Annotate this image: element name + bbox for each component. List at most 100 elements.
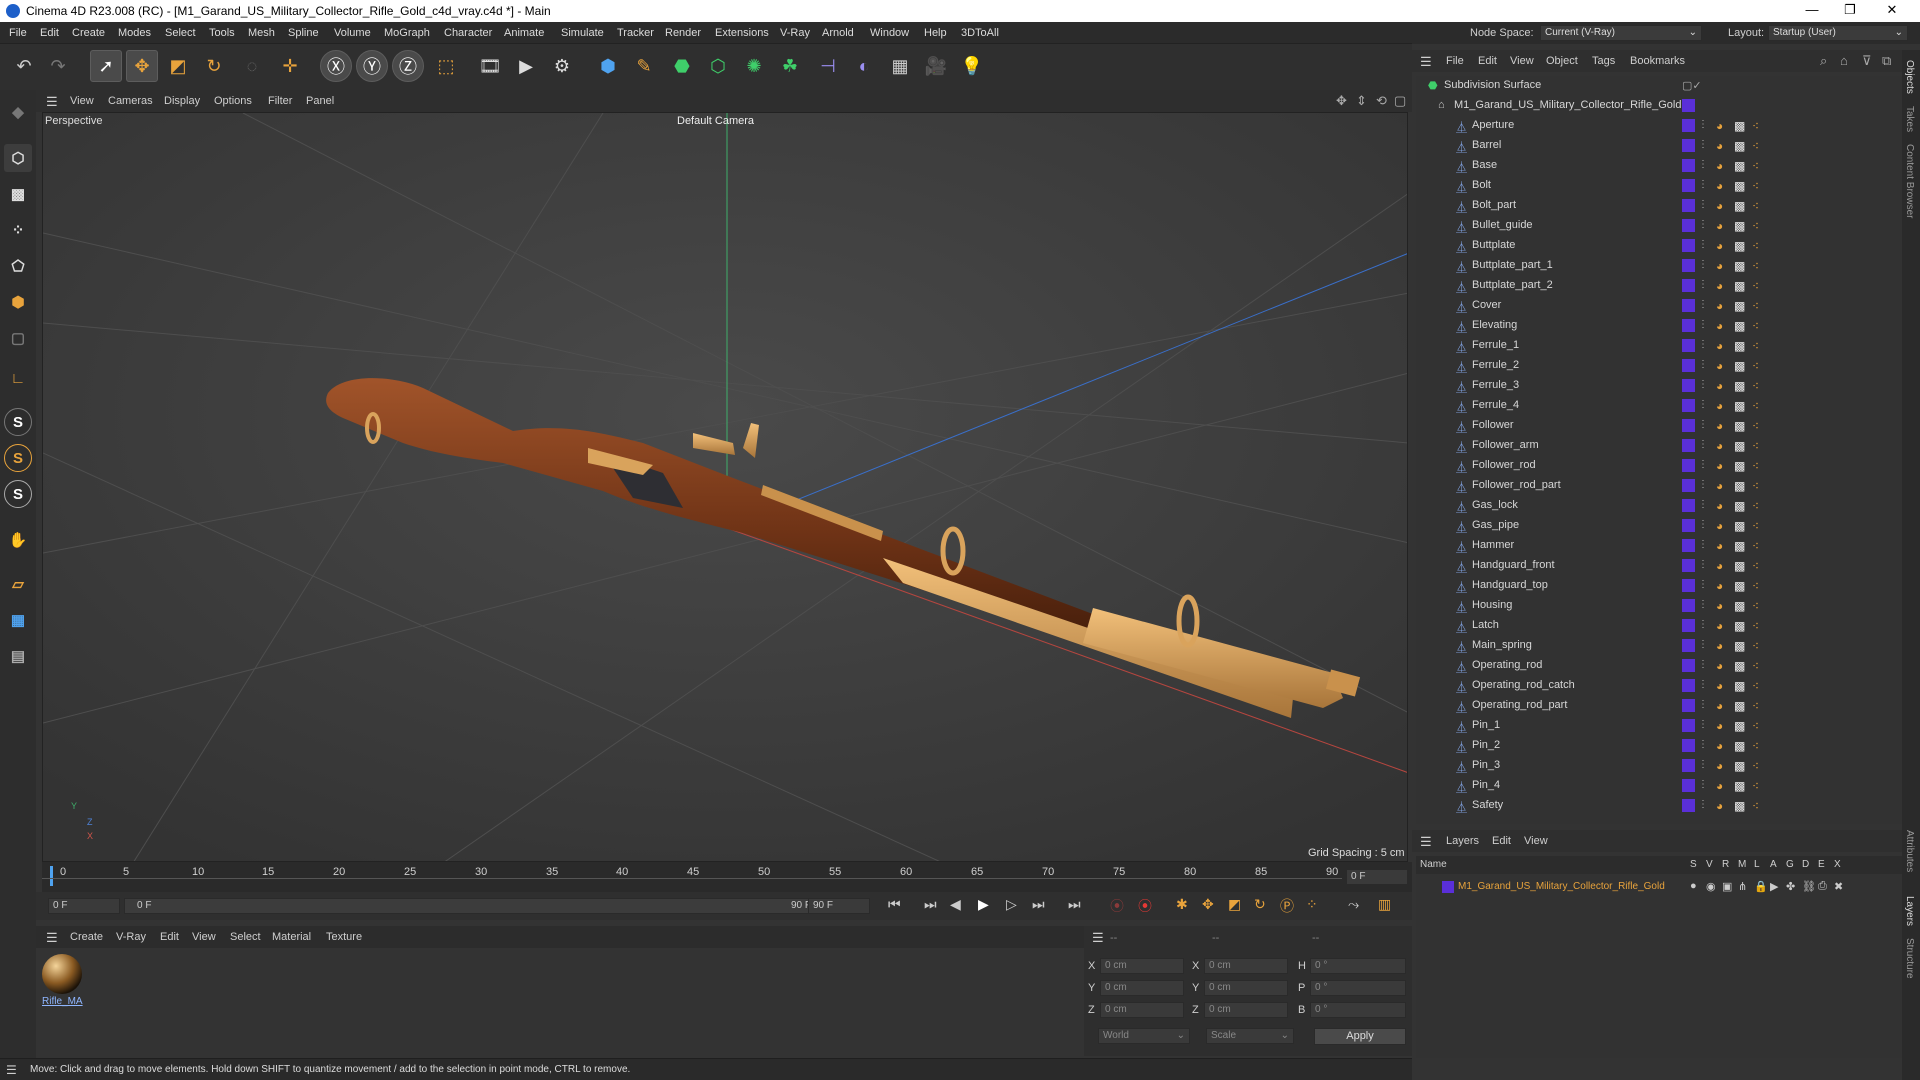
menu-modes[interactable]: Modes <box>118 27 151 39</box>
hamburger-icon[interactable]: ☰ <box>46 94 58 110</box>
visibility-dots-icon[interactable]: ⋮ <box>1698 399 1711 412</box>
object-row[interactable]: ⏅ Hammer ⋮ ◕ ▩ ⁖ <box>1416 536 1902 556</box>
menu-spline[interactable]: Spline <box>288 27 319 39</box>
texture-tag-icon[interactable]: ▩ <box>1734 379 1747 393</box>
layer-color-swatch[interactable] <box>1682 679 1695 692</box>
visibility-dots-icon[interactable]: ⋮ <box>1698 739 1711 752</box>
uvw-tag-icon[interactable]: ⁖ <box>1752 199 1765 213</box>
layer-color-swatch[interactable] <box>1682 619 1695 632</box>
position-z-field[interactable]: 0 cm <box>1100 1002 1184 1018</box>
vray-material-tag-icon[interactable]: ◕ <box>1716 679 1729 693</box>
camera-icon[interactable]: 🎥 <box>920 50 952 82</box>
layer-color-swatch[interactable] <box>1682 759 1695 772</box>
object-row[interactable]: ⏅ Buttplate_part_2 ⋮ ◕ ▩ ⁖ <box>1416 276 1902 296</box>
size-mode-select[interactable]: Scale ⌄ <box>1206 1028 1294 1044</box>
object-name[interactable]: Latch <box>1472 619 1499 631</box>
vray-material-tag-icon[interactable]: ◕ <box>1716 299 1729 313</box>
object-menu-tags[interactable]: Tags <box>1592 55 1615 67</box>
layer-color-swatch[interactable] <box>1682 219 1695 232</box>
object-row[interactable]: ⏅ Elevating ⋮ ◕ ▩ ⁖ <box>1416 316 1902 336</box>
object-menu-object[interactable]: Object <box>1546 55 1578 67</box>
texture-tag-icon[interactable]: ▩ <box>1734 119 1747 133</box>
keyframe-selection-icon[interactable]: ✱ <box>1176 896 1188 913</box>
object-menu-view[interactable]: View <box>1510 55 1534 67</box>
texture-tag-icon[interactable]: ▩ <box>1734 439 1747 453</box>
menu-render[interactable]: Render <box>665 27 701 39</box>
xref-icon[interactable]: ✖ <box>1834 880 1843 893</box>
spline-pen-icon[interactable]: ✎ <box>628 50 660 82</box>
menu-file[interactable]: File <box>9 27 27 39</box>
object-row[interactable]: ⏅ Follower_rod ⋮ ◕ ▩ ⁖ <box>1416 456 1902 476</box>
uvw-tag-icon[interactable]: ⁖ <box>1752 279 1765 293</box>
texture-tag-icon[interactable]: ▩ <box>1734 299 1747 313</box>
minimize-button[interactable]: — <box>1792 2 1832 17</box>
viewport-camera-label[interactable]: Default Camera <box>677 115 754 127</box>
object-row[interactable]: ⏅ Follower_arm ⋮ ◕ ▩ ⁖ <box>1416 436 1902 456</box>
object-name[interactable]: Ferrule_1 <box>1472 339 1519 351</box>
visibility-dots-icon[interactable]: ⋮ <box>1698 159 1711 172</box>
layer-color-swatch[interactable] <box>1682 559 1695 572</box>
menu-help[interactable]: Help <box>924 27 947 39</box>
layer-flag-view[interactable]: V <box>1706 859 1713 870</box>
go-to-end-icon[interactable]: ⏭ <box>1068 896 1081 913</box>
record-keys-icon[interactable]: ⦿ <box>1110 896 1124 916</box>
object-name[interactable]: Gas_lock <box>1472 499 1518 511</box>
texture-tag-icon[interactable]: ▩ <box>1734 579 1747 593</box>
vray-material-tag-icon[interactable]: ◕ <box>1716 639 1729 653</box>
object-row[interactable]: ⏅ Operating_rod_catch ⋮ ◕ ▩ ⁖ <box>1416 676 1902 696</box>
menu-tools[interactable]: Tools <box>209 27 235 39</box>
object-name[interactable]: Pin_2 <box>1472 739 1500 751</box>
object-name[interactable]: Subdivision Surface <box>1444 79 1541 91</box>
render-view-icon[interactable]: 🎞 <box>474 50 506 82</box>
texture-tag-icon[interactable]: ▩ <box>1734 399 1747 413</box>
visibility-dots-icon[interactable]: ⋮ <box>1698 499 1711 512</box>
object-row[interactable]: ⏅ Bolt ⋮ ◕ ▩ ⁖ <box>1416 176 1902 196</box>
object-name[interactable]: Hammer <box>1472 539 1514 551</box>
texture-tag-icon[interactable]: ▩ <box>1734 279 1747 293</box>
visibility-dots-icon[interactable]: ⋮ <box>1698 799 1711 812</box>
parameter-key-icon[interactable]: Ⓟ <box>1280 896 1294 916</box>
tab-content-browser[interactable]: Content Browser <box>1904 144 1915 218</box>
layer-menu-layers[interactable]: Layers <box>1446 835 1479 847</box>
uvw-tag-icon[interactable]: ⁖ <box>1752 519 1765 533</box>
object-name[interactable]: Buttplate_part_1 <box>1472 259 1553 271</box>
object-name[interactable]: Operating_rod_part <box>1472 699 1567 711</box>
visibility-dots-icon[interactable]: ⋮ <box>1698 639 1711 652</box>
vray-material-tag-icon[interactable]: ◕ <box>1716 199 1729 213</box>
material-menu-edit[interactable]: Edit <box>160 931 179 943</box>
texture-tag-icon[interactable]: ▩ <box>1734 699 1747 713</box>
layer-color-swatch[interactable] <box>1682 399 1695 412</box>
uvw-tag-icon[interactable]: ⁖ <box>1752 539 1765 553</box>
uvw-tag-icon[interactable]: ⁖ <box>1752 739 1765 753</box>
vray-material-tag-icon[interactable]: ◕ <box>1716 559 1729 573</box>
visibility-dots-icon[interactable]: ⋮ <box>1698 219 1711 232</box>
vray-material-tag-icon[interactable]: ◕ <box>1716 599 1729 613</box>
viewport-menu-options[interactable]: Options <box>214 95 252 107</box>
layer-color-swatch[interactable] <box>1682 179 1695 192</box>
visibility-dots-icon[interactable]: ⋮ <box>1698 439 1711 452</box>
vray-material-tag-icon[interactable]: ◕ <box>1716 399 1729 413</box>
uvw-tag-icon[interactable]: ⁖ <box>1752 419 1765 433</box>
uvw-tag-icon[interactable]: ⁖ <box>1752 579 1765 593</box>
rotation-p-field[interactable]: 0 ° <box>1310 980 1406 996</box>
vray-material-tag-icon[interactable]: ◕ <box>1716 219 1729 233</box>
timeline-icon[interactable]: ▥ <box>1378 896 1391 913</box>
visibility-dots-icon[interactable]: ⋮ <box>1698 199 1711 212</box>
layer-color-swatch[interactable] <box>1682 279 1695 292</box>
viewport-maximize-icon[interactable]: ▢ <box>1394 93 1406 109</box>
uvw-tag-icon[interactable]: ⁖ <box>1752 339 1765 353</box>
object-row[interactable]: ⏅ Follower ⋮ ◕ ▩ ⁖ <box>1416 416 1902 436</box>
texture-tag-icon[interactable]: ▩ <box>1734 359 1747 373</box>
uvw-tag-icon[interactable]: ⁖ <box>1752 799 1765 813</box>
uvw-tag-icon[interactable]: ⁖ <box>1752 139 1765 153</box>
object-row[interactable]: ⏅ Bullet_guide ⋮ ◕ ▩ ⁖ <box>1416 216 1902 236</box>
object-name[interactable]: Handguard_top <box>1472 579 1548 591</box>
vray-material-tag-icon[interactable]: ◕ <box>1716 519 1729 533</box>
previous-frame-icon[interactable]: ◀ <box>950 896 961 913</box>
vray-material-tag-icon[interactable]: ◕ <box>1716 419 1729 433</box>
tab-attributes[interactable]: Attributes <box>1904 830 1915 872</box>
position-y-field[interactable]: 0 cm <box>1100 980 1184 996</box>
layer-color-swatch[interactable] <box>1682 459 1695 472</box>
layer-flag-xref[interactable]: X <box>1834 859 1841 870</box>
expression-icon[interactable]: ⎙ <box>1818 880 1827 893</box>
